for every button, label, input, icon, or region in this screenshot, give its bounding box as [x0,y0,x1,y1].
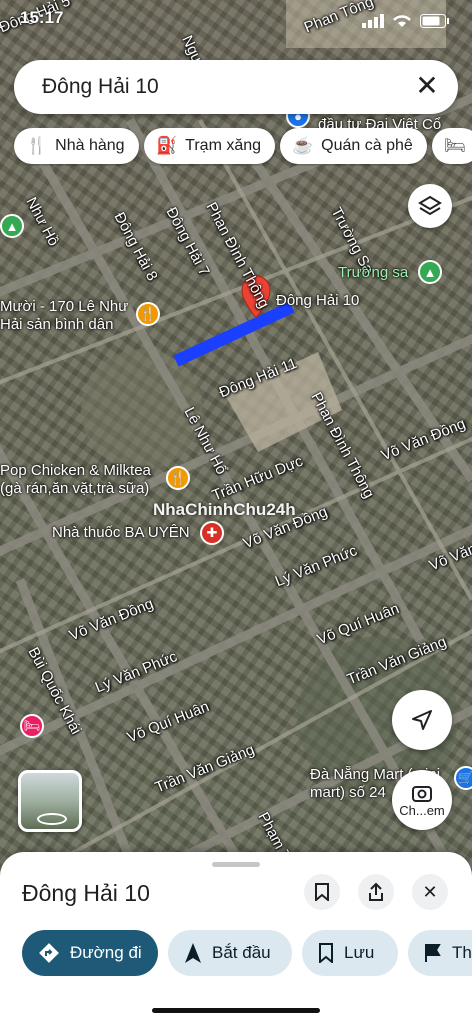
gas-station-icon: ⛽ [156,136,178,155]
my-location-button[interactable] [392,690,452,750]
street-view-thumbnail[interactable] [18,770,82,832]
lens-label: Ch...em [399,802,445,818]
restaurant-icon[interactable]: 🍴 [166,466,190,490]
chip-hotels[interactable]: 🛏 [432,128,472,164]
camera-icon [412,785,432,802]
poi-label: Pop Chicken & Milktea (gà rán,ăn vặt,trà… [0,462,151,497]
wifi-icon [393,15,411,27]
search-input[interactable]: Đông Hải 10 [42,75,159,99]
layers-button[interactable] [408,184,452,228]
chip-coffee[interactable]: ☕ Quán cà phê [280,128,427,164]
drag-handle[interactable] [212,862,260,867]
directions-button[interactable]: Đường đi [22,930,158,976]
status-bar: 15:17 [0,0,472,44]
chip-label: Nhà hàng [55,137,125,154]
status-time: 15:17 [20,8,64,27]
rotate-360-icon [37,813,67,825]
bookmark-icon [315,883,329,901]
category-chips: 🍴 Nhà hàng ⛽ Trạm xăng ☕ Quán cà phê 🛏 [14,128,472,166]
pharmacy-icon[interactable]: ✚ [200,521,224,545]
save-button[interactable]: Lưu [302,930,398,976]
pin-label: Đông Hải 10 [276,292,360,309]
place-sheet[interactable]: Đông Hải 10 ✕ Đường đi Bắt đầu Lưu Th [0,852,472,1024]
poi-label: Mười - 170 Lê Như Hải sản bình dân [0,298,129,333]
restaurant-icon: 🍴 [26,136,48,155]
place-title: Đông Hải 10 [22,880,150,906]
restaurant-icon[interactable]: 🍴 [136,302,160,326]
directions-icon [39,943,59,963]
chip-gas-stations[interactable]: ⛽ Trạm xăng [144,128,276,164]
home-indicator [152,1008,320,1013]
share-icon [369,882,383,901]
search-bar[interactable]: Đông Hải 10 ✕ [14,60,458,114]
coffee-icon: ☕ [292,136,314,155]
lens-button[interactable]: Ch...em [392,770,452,830]
flag-icon [425,944,441,962]
close-icon: ✕ [422,881,438,902]
chip-label: Trạm xăng [185,137,262,154]
close-icon[interactable]: ✕ [412,72,442,102]
bookmark-icon [319,943,333,963]
hotel-icon[interactable]: 🛏 [20,714,44,738]
park-icon[interactable]: ▲ [418,260,442,284]
chip-label: Quán cà phê [321,137,413,154]
poi-label: Nhà thuốc BA UYÊN [52,524,190,541]
directions-label: Đường đi [70,943,142,962]
save-icon-button[interactable] [304,874,340,910]
park-icon[interactable]: ▲ [0,214,24,238]
navigation-icon [412,710,432,730]
battery-icon [420,14,449,28]
start-label: Bắt đầu [212,943,271,962]
share-button[interactable] [358,874,394,910]
poi-label: Trường sa [338,264,409,281]
save-label: Lưu [344,943,375,962]
hotel-icon: 🛏 [444,136,466,155]
label-button[interactable]: Th [408,930,472,976]
label-label: Th [452,943,472,962]
start-button[interactable]: Bắt đầu [168,930,292,976]
navigate-icon [185,943,201,963]
watermark: NhaChinhChu24h [153,500,296,519]
layers-icon [418,195,442,216]
shop-icon[interactable]: 🛒 [454,766,472,790]
action-row: Đường đi Bắt đầu Lưu Th [0,930,472,978]
chip-restaurants[interactable]: 🍴 Nhà hàng [14,128,139,164]
close-sheet-button[interactable]: ✕ [412,874,448,910]
signal-icon [362,14,384,28]
